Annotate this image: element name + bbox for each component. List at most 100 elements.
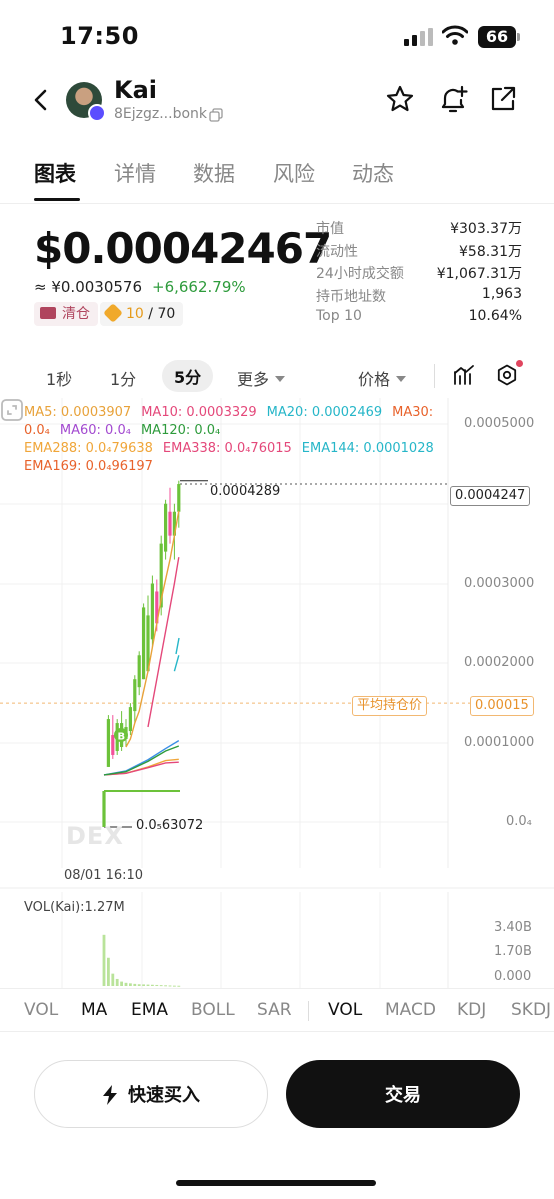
candle-body	[150, 583, 154, 640]
divider	[434, 364, 435, 388]
indicator-ma[interactable]: MA	[81, 1000, 107, 1020]
legend-ma30: MA30:	[392, 405, 434, 420]
price-mode-select[interactable]: 价格	[358, 366, 407, 390]
volume-tick-label: 0.000	[494, 969, 532, 984]
detail-tabs: 图表 详情 数据 风险 动态	[0, 146, 554, 204]
settings-icon[interactable]	[496, 364, 518, 386]
volume-bar	[164, 985, 167, 987]
volume-tick-label: 1.70B	[494, 944, 532, 959]
stat-row: 流动性 ¥58.31万	[316, 241, 522, 264]
volume-bar	[142, 984, 145, 986]
candle-body	[133, 679, 137, 712]
candle-body	[177, 484, 181, 512]
price-alert-icon[interactable]	[437, 84, 469, 116]
token-name: Kai	[114, 76, 158, 104]
tab-chart[interactable]: 图表	[34, 158, 76, 188]
risk-score: 10	[126, 306, 144, 322]
candle-body	[106, 719, 110, 767]
tab-risk[interactable]: 风险	[273, 158, 315, 188]
stat-row: 市值 ¥303.37万	[316, 218, 522, 241]
indicator-sar[interactable]: SAR	[257, 1000, 292, 1020]
price-mode-label: 价格	[358, 370, 391, 389]
volume-bar	[129, 983, 132, 986]
dropdown-arrow-icon	[396, 376, 407, 382]
indicator-kdj[interactable]: KDJ	[457, 1000, 486, 1020]
interval-1s[interactable]: 1秒	[46, 366, 72, 390]
volume-bar	[124, 982, 128, 986]
volume-bar	[159, 985, 163, 987]
trade-button[interactable]: 交易	[286, 1060, 520, 1128]
candle-body	[164, 503, 168, 552]
buy-marker-label: B	[118, 732, 126, 743]
copy-icon[interactable]	[209, 108, 223, 122]
volume-bar	[133, 983, 137, 986]
fullscreen-icon[interactable]	[0, 398, 24, 422]
tab-data[interactable]: 数据	[193, 158, 235, 188]
indicator-vol-main[interactable]: VOL	[24, 1000, 58, 1020]
y-tick-label: 0.0002000	[464, 655, 535, 670]
y-tick-label: 0.0₄	[506, 814, 532, 829]
cellular-signal-icon	[404, 28, 434, 46]
candle-body	[137, 655, 141, 688]
tab-activity[interactable]: 动态	[352, 158, 394, 188]
y-tick-label: 0.0005000	[464, 416, 535, 431]
legend-ma120: MA120: 0.0₄	[140, 423, 221, 438]
legend-ema338: EMA338: 0.0₄76015	[162, 441, 292, 456]
stat-value: ¥303.37万	[450, 221, 522, 237]
stat-row: 24小时成交额 ¥1,067.31万	[316, 263, 522, 286]
interval-more[interactable]: 更多	[237, 366, 286, 390]
quick-buy-button[interactable]: 快速买入	[34, 1060, 268, 1128]
y-tick-label: 0.0003000	[464, 576, 535, 591]
volume-bar	[115, 978, 119, 986]
legend-ma60: MA60: 0.0₄	[59, 423, 131, 438]
high-price-label: 0.0004289	[210, 484, 281, 499]
price-chart[interactable]: B MA5: 0.0003907 MA10: 0.0003329 MA20: 0.0…	[0, 398, 554, 988]
stat-label: 市值	[316, 221, 344, 237]
chart-type-icon[interactable]	[453, 364, 475, 386]
clear-position-badge[interactable]: 清仓	[34, 302, 98, 326]
price-cny: ≈ ¥0.0030576	[34, 278, 142, 296]
volume-bar	[177, 985, 181, 987]
volume-bar	[173, 985, 176, 987]
share-icon[interactable]	[488, 84, 518, 114]
stat-row: Top 10 10.64%	[316, 308, 522, 331]
indicator-vol-sub[interactable]: VOL	[328, 1000, 362, 1020]
volume-bar	[151, 984, 154, 986]
volume-bar	[137, 984, 141, 986]
risk-score-total: / 70	[148, 306, 176, 322]
home-indicator	[176, 1180, 376, 1186]
y-tick-label: 0.0001000	[464, 735, 535, 750]
legend-ema144: EMA144: 0.0001028	[301, 441, 434, 456]
legend-ma5: MA5: 0.0003907	[24, 405, 132, 420]
divider	[308, 1001, 309, 1021]
interval-bar: 1秒 1分 5分 更多 价格	[0, 356, 554, 398]
score-diamond-icon	[103, 303, 123, 323]
indicator-skdj[interactable]: SKDJ	[511, 1000, 551, 1020]
stat-label: Top 10	[316, 308, 362, 324]
indicator-legend: MA5: 0.0003907 MA10: 0.0003329 MA20: 0.000…	[24, 404, 464, 476]
interval-1m[interactable]: 1分	[110, 366, 136, 390]
tab-details[interactable]: 详情	[114, 158, 156, 188]
volume-bar	[146, 984, 150, 986]
indicator-macd[interactable]: MACD	[385, 1000, 436, 1020]
candle-body	[168, 511, 172, 536]
indicator-boll[interactable]: BOLL	[191, 1000, 235, 1020]
candle-body	[111, 735, 115, 755]
stat-value: 1,963	[481, 285, 522, 302]
risk-score-badge[interactable]: 10 / 70	[100, 302, 184, 326]
interval-5m[interactable]: 5分	[162, 360, 214, 392]
star-icon[interactable]	[385, 84, 415, 114]
volume-label: VOL(Kai):1.27M	[24, 900, 125, 915]
stat-label: 持币地址数	[316, 288, 386, 305]
avg-cost-label: 平均持仓价	[352, 696, 428, 716]
indicator-ema[interactable]: EMA	[131, 1000, 168, 1020]
status-bar: 17:50 66	[0, 0, 554, 72]
token-header: Kai 8Ejzgz...bonk	[0, 72, 554, 132]
legend-ema169: EMA169: 0.0₄96197	[24, 459, 153, 474]
back-arrow-icon[interactable]	[28, 86, 56, 114]
active-tab-indicator	[34, 198, 80, 201]
notification-dot	[516, 360, 523, 367]
x-time-label: 08/01 16:10	[64, 868, 144, 883]
legend-ema288: EMA288: 0.0₄79638	[24, 441, 153, 456]
volume-bar	[111, 973, 115, 986]
